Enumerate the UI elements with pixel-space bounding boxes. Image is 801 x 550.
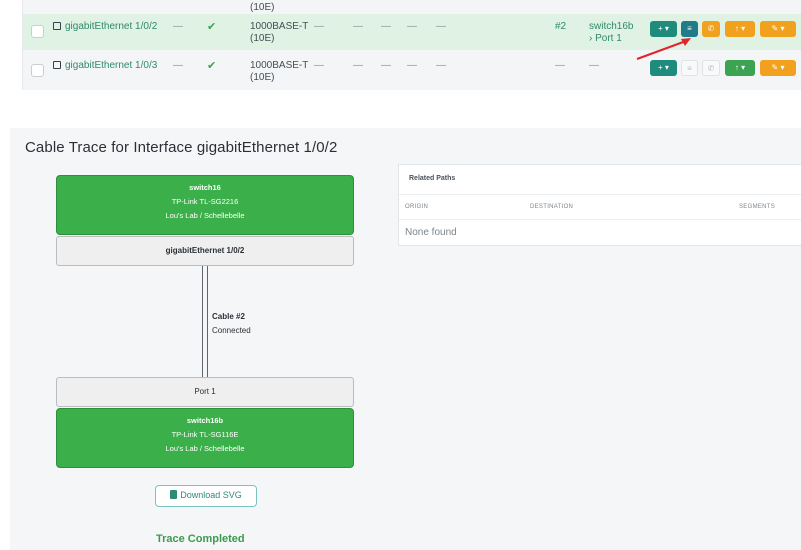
device-b-model: TP-Link TL-SG116E <box>171 430 239 439</box>
port-a-label: gigabitEthernet 1/0/2 <box>165 246 245 255</box>
cable-line[interactable] <box>202 266 208 377</box>
device-b-site: Lou's Lab / Schellebelle <box>165 444 245 453</box>
related-paths-card: Related Paths ORIGIN DESTINATION SEGMENT… <box>398 164 801 246</box>
annotation-arrow-icon <box>636 38 691 60</box>
port-b-box[interactable]: Port 1 <box>56 377 354 407</box>
related-paths-title: Related Paths <box>409 175 456 182</box>
page-title: Cable Trace for Interface gigabitEtherne… <box>25 139 338 156</box>
related-paths-header: ORIGIN DESTINATION SEGMENTS <box>399 194 801 220</box>
download-svg-button[interactable]: Download SVG <box>155 485 257 507</box>
device-a-model: TP-Link TL-SG2216 <box>171 197 239 206</box>
device-a-name: switch16 <box>189 183 221 192</box>
trace-status: Trace Completed <box>156 533 245 545</box>
cable-label: Cable #2 Connected <box>212 310 251 338</box>
device-a-site: Lou's Lab / Schellebelle <box>165 211 245 220</box>
column-origin[interactable]: ORIGIN <box>405 204 428 210</box>
device-b-box[interactable]: switch16b TP-Link TL-SG116E Lou's Lab / … <box>56 408 354 468</box>
column-segments[interactable]: SEGMENTS <box>739 204 775 210</box>
column-destination[interactable]: DESTINATION <box>530 204 573 210</box>
port-b-label: Port 1 <box>194 387 216 396</box>
cable-trace-panel: Cable Trace for Interface gigabitEtherne… <box>10 128 801 550</box>
device-a-box[interactable]: switch16 TP-Link TL-SG2216 Lou's Lab / S… <box>56 175 354 235</box>
related-paths-empty: None found <box>405 227 457 238</box>
device-b-name: switch16b <box>186 416 224 425</box>
port-a-box[interactable]: gigabitEthernet 1/0/2 <box>56 236 354 266</box>
file-icon <box>170 490 178 499</box>
cable-name: Cable #2 <box>212 312 245 321</box>
cable-status: Connected <box>212 326 251 335</box>
